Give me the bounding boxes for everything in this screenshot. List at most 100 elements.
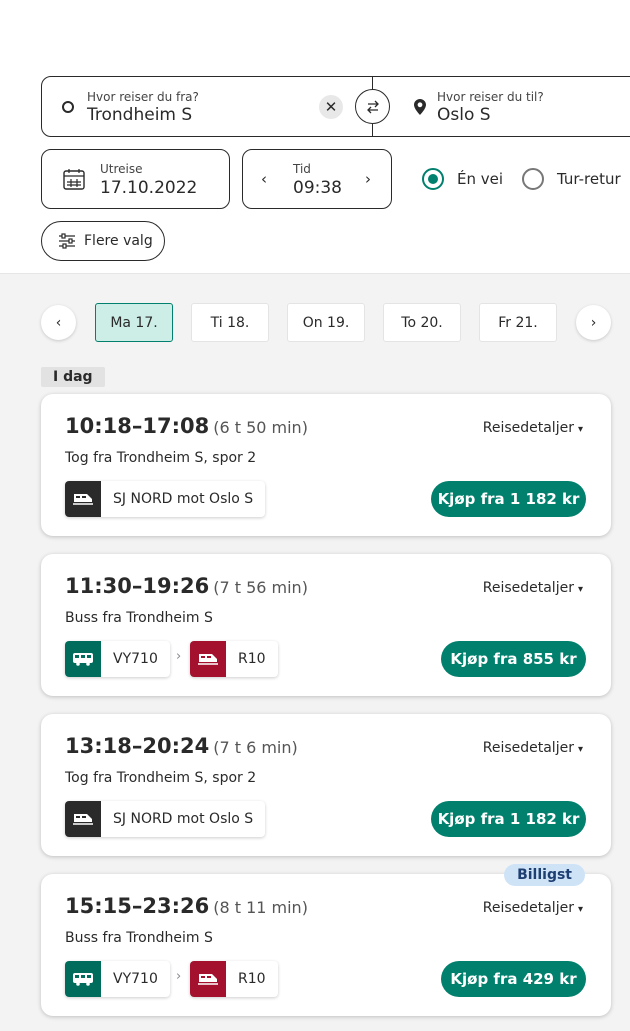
buy-label: Kjøp fra 855 kr (450, 650, 577, 668)
chevron-down-icon: ▾ (577, 744, 583, 755)
time-value: 09:38 (293, 178, 342, 198)
trip-details-button[interactable]: Reisedetaljer ▾ (483, 420, 583, 436)
time-label: Tid (293, 162, 311, 176)
buy-label: Kjøp fra 1 182 kr (437, 490, 580, 508)
day-label: Ti 18. (210, 314, 250, 331)
trip-times: 10:18–17:08 (6 t 50 min) (65, 414, 308, 438)
prev-days-button[interactable]: ‹ (41, 305, 76, 340)
day-label: Ma 17. (110, 314, 158, 331)
trip-origin: Tog fra Trondheim S, spor 2 (65, 450, 257, 466)
buy-button[interactable]: Kjøp fra 855 kr (441, 641, 586, 677)
buy-label: Kjøp fra 1 182 kr (437, 810, 580, 828)
next-days-button[interactable]: › (576, 305, 611, 340)
date-label: Utreise (100, 162, 143, 176)
trip-details-label: Reisedetaljer (482, 580, 574, 596)
train-icon (190, 641, 226, 677)
trip-segment: VY710 (65, 961, 170, 997)
day-label: To 20. (401, 314, 443, 331)
trip-origin: Buss fra Trondheim S (65, 610, 213, 626)
buy-button[interactable]: Kjøp fra 1 182 kr (431, 481, 586, 517)
radio-round-trip[interactable] (522, 168, 544, 190)
trip-details-button[interactable]: Reisedetaljer ▾ (483, 580, 583, 596)
segment-label: SJ NORD mot Oslo S (113, 491, 254, 507)
trip-times: 13:18–20:24 (7 t 6 min) (65, 734, 298, 758)
to-label: Hvor reiser du til? (437, 90, 544, 104)
bus-icon (65, 641, 101, 677)
train-icon (65, 481, 101, 517)
day-tab-0[interactable]: Ma 17. (95, 303, 173, 342)
segment-label: R10 (238, 651, 266, 667)
trip-card[interactable]: Billigst 15:15–23:26 (8 t 11 min) Reisede… (41, 864, 611, 1016)
date-field[interactable]: Utreise 17.10.2022 (41, 149, 230, 209)
trip-time-range: 15:15–23:26 (65, 894, 210, 918)
day-tab-2[interactable]: On 19. (287, 303, 365, 342)
segment-label: VY710 (113, 651, 158, 667)
trip-duration: (7 t 56 min) (213, 578, 308, 597)
buy-button[interactable]: Kjøp fra 1 182 kr (431, 801, 586, 837)
sliders-icon (59, 233, 75, 249)
chevron-right-icon: › (590, 314, 597, 331)
time-earlier-button[interactable]: ‹ (261, 170, 267, 188)
trip-details-button[interactable]: Reisedetaljer ▾ (483, 900, 583, 916)
route-field: Hvor reiser du fra? Trondheim S ✕ Hvor r… (41, 76, 630, 137)
trip-segment: SJ NORD mot Oslo S (65, 481, 266, 517)
trip-time-range: 11:30–19:26 (65, 574, 210, 598)
trip-details-label: Reisedetaljer (482, 900, 574, 916)
day-tab-1[interactable]: Ti 18. (191, 303, 269, 342)
trip-card[interactable]: 11:30–19:26 (7 t 56 min) Reisedetaljer ▾ B… (41, 554, 611, 696)
calendar-icon (63, 169, 85, 190)
day-label: On 19. (302, 314, 350, 331)
from-label: Hvor reiser du fra? (87, 90, 199, 104)
trip-times: 11:30–19:26 (7 t 56 min) (65, 574, 308, 598)
chevron-left-icon: ‹ (55, 314, 62, 331)
more-options-label: Flere valg (84, 233, 153, 249)
time-field[interactable]: ‹ Tid 09:38 › (242, 149, 392, 209)
trip-details-label: Reisedetaljer (482, 420, 574, 436)
trip-origin: Tog fra Trondheim S, spor 2 (65, 770, 257, 786)
trip-segment: R10 (190, 641, 278, 677)
date-value: 17.10.2022 (100, 178, 198, 198)
radio-one-way[interactable] (422, 168, 444, 190)
time-later-button[interactable]: › (365, 170, 371, 188)
segment-label: SJ NORD mot Oslo S (113, 811, 254, 827)
trip-card[interactable]: 13:18–20:24 (7 t 6 min) Reisedetaljer ▾ To… (41, 714, 611, 856)
trip-time-range: 13:18–20:24 (65, 734, 210, 758)
trip-segment: R10 (190, 961, 278, 997)
trip-duration: (6 t 50 min) (213, 418, 308, 437)
trip-card[interactable]: 10:18–17:08 (6 t 50 min) Reisedetaljer ▾ T… (41, 394, 611, 536)
cheapest-badge: Billigst (504, 864, 585, 886)
trip-duration: (7 t 6 min) (213, 738, 298, 757)
origin-circle-icon (62, 101, 74, 113)
trip-duration: (8 t 11 min) (213, 898, 308, 917)
radio-round-trip-label: Tur-retur (557, 170, 621, 188)
chevron-right-icon: › (176, 969, 182, 984)
to-value: Oslo S (437, 105, 491, 125)
segment-label: VY710 (113, 971, 158, 987)
trip-details-button[interactable]: Reisedetaljer ▾ (483, 740, 583, 756)
close-icon: ✕ (324, 98, 338, 116)
more-options-button[interactable]: Flere valg (41, 221, 165, 261)
segment-label: R10 (238, 971, 266, 987)
chevron-down-icon: ▾ (577, 424, 583, 435)
chevron-left-icon: ‹ (261, 170, 267, 188)
train-icon (190, 961, 226, 997)
chevron-down-icon: ▾ (577, 904, 583, 915)
trip-segment: SJ NORD mot Oslo S (65, 801, 266, 837)
day-tab-3[interactable]: To 20. (383, 303, 461, 342)
trip-origin: Buss fra Trondheim S (65, 930, 213, 946)
clear-from-button[interactable]: ✕ (319, 95, 343, 119)
trip-times: 15:15–23:26 (8 t 11 min) (65, 894, 308, 918)
day-tab-4[interactable]: Fr 21. (479, 303, 557, 342)
section-label: I dag (41, 367, 105, 387)
radio-one-way-label: Én vei (457, 170, 504, 188)
location-pin-icon (414, 99, 426, 115)
buy-button[interactable]: Kjøp fra 429 kr (441, 961, 586, 997)
to-field[interactable]: Hvor reiser du til? Oslo S (373, 77, 630, 136)
train-icon (65, 801, 101, 837)
day-label: Fr 21. (498, 314, 538, 331)
trip-segment: VY710 (65, 641, 170, 677)
chevron-right-icon: › (176, 649, 182, 664)
chevron-down-icon: ▾ (577, 584, 583, 595)
bus-icon (65, 961, 101, 997)
chevron-right-icon: › (365, 170, 371, 188)
